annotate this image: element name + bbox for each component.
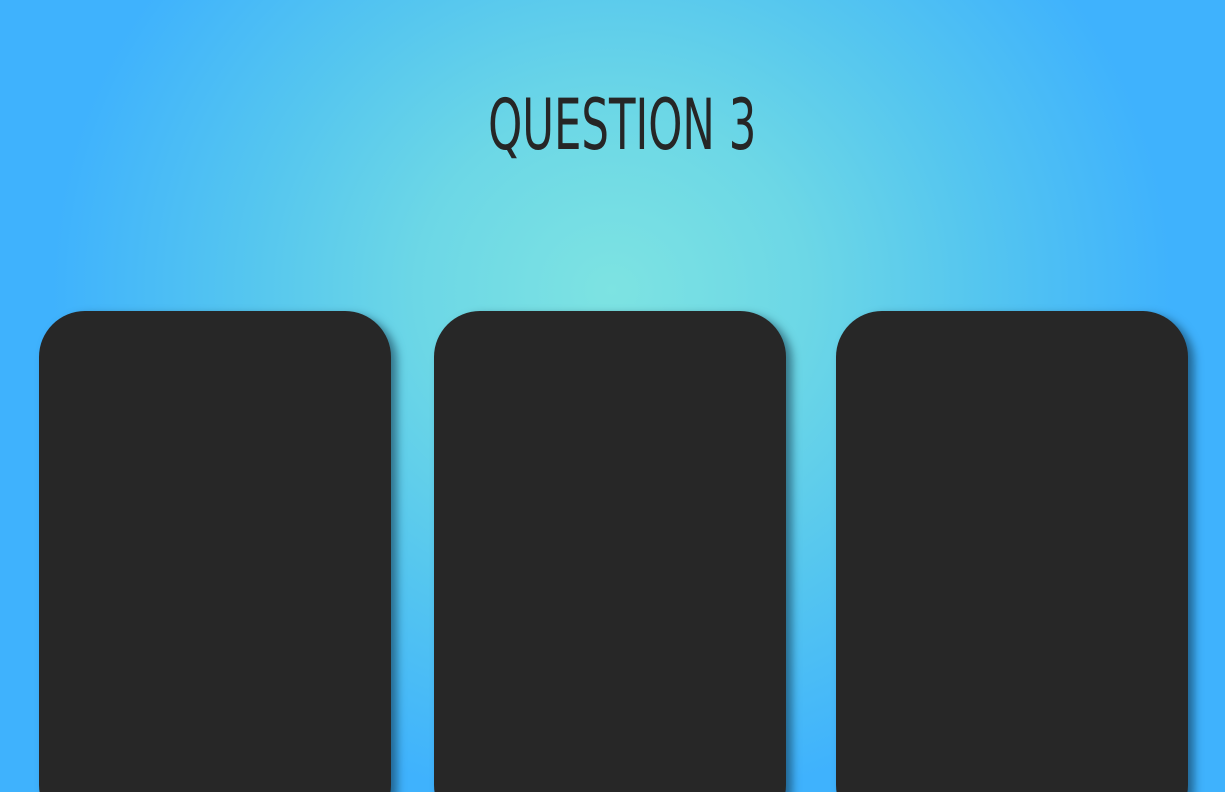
answer-card-1[interactable] <box>39 311 391 792</box>
answer-card-2[interactable] <box>434 311 786 792</box>
answer-cards <box>0 0 1225 792</box>
answer-card-3[interactable] <box>836 311 1188 792</box>
